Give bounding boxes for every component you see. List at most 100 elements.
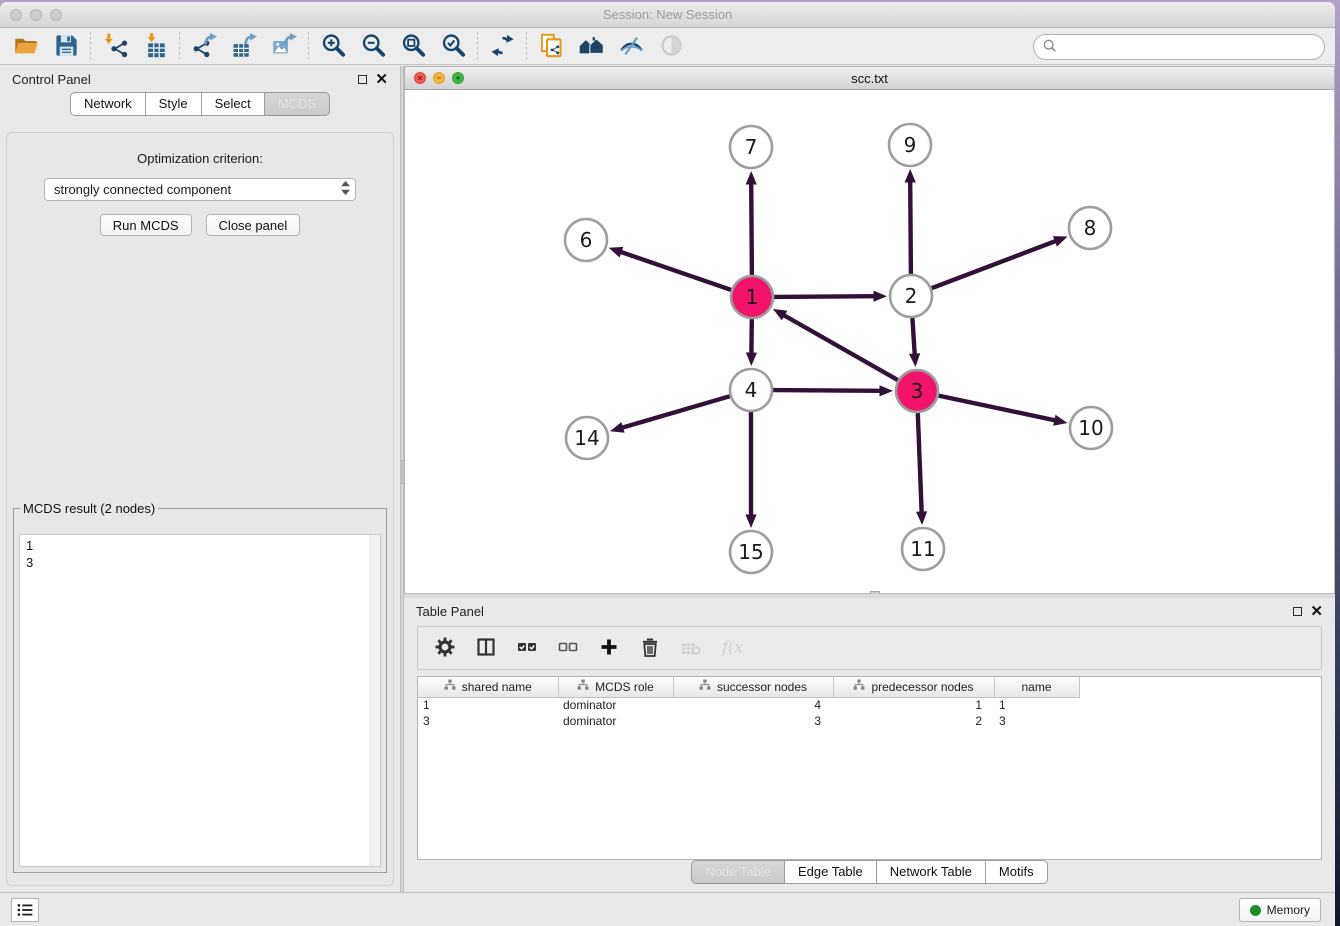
graph-node-1[interactable]: 1 bbox=[731, 276, 773, 318]
tab-style[interactable]: Style bbox=[146, 92, 202, 116]
graph-node-6[interactable]: 6 bbox=[565, 219, 607, 261]
graph-node-3[interactable]: 3 bbox=[896, 370, 938, 412]
graph-edge[interactable] bbox=[774, 296, 876, 297]
table-settings-button[interactable] bbox=[426, 632, 463, 664]
deselect-rows-button[interactable] bbox=[549, 632, 586, 664]
task-history-button[interactable] bbox=[11, 898, 39, 922]
open-folder-icon bbox=[13, 32, 40, 62]
cell-successor-nodes[interactable]: 4 bbox=[673, 697, 833, 713]
graph-edge[interactable] bbox=[912, 318, 914, 356]
column-header-shared-name[interactable]: shared name bbox=[418, 677, 558, 697]
export-network-button[interactable] bbox=[184, 31, 224, 63]
cell-name[interactable]: 1 bbox=[994, 697, 1079, 713]
float-panel-icon[interactable] bbox=[358, 75, 367, 84]
graph-edge[interactable] bbox=[783, 315, 898, 381]
tab-node-table[interactable]: Node Table bbox=[691, 860, 785, 884]
mcds-result-list[interactable]: 13 bbox=[19, 534, 381, 867]
tab-motifs[interactable]: Motifs bbox=[986, 860, 1048, 884]
toolbar-separator bbox=[308, 32, 309, 62]
graph-edge[interactable] bbox=[910, 181, 911, 275]
search-input[interactable] bbox=[1058, 40, 1324, 55]
table-columns-button[interactable] bbox=[467, 632, 504, 664]
open-session-button[interactable] bbox=[6, 31, 46, 63]
export-table-button[interactable] bbox=[224, 31, 264, 63]
column-header-predecessor-nodes[interactable]: predecessor nodes bbox=[833, 677, 994, 697]
graph-node-8[interactable]: 8 bbox=[1069, 207, 1111, 249]
graph-edge[interactable] bbox=[620, 252, 732, 290]
cell-shared-name[interactable]: 1 bbox=[418, 697, 558, 713]
cell-MCDS-role[interactable]: dominator bbox=[558, 713, 673, 729]
control-panel-title: Control Panel bbox=[12, 72, 358, 87]
memory-button[interactable]: Memory bbox=[1239, 898, 1321, 922]
import-table-button[interactable] bbox=[135, 31, 175, 63]
run-mcds-button[interactable]: Run MCDS bbox=[100, 214, 192, 236]
close-panel-icon[interactable]: ✕ bbox=[375, 75, 388, 84]
graph-edge[interactable] bbox=[918, 413, 922, 514]
column-header-name[interactable]: name bbox=[994, 677, 1079, 697]
graph-node-10[interactable]: 10 bbox=[1070, 407, 1112, 449]
graph-node-2[interactable]: 2 bbox=[890, 275, 932, 317]
column-header-successor-nodes[interactable]: successor nodes bbox=[673, 677, 833, 697]
style-eye-icon bbox=[618, 32, 645, 62]
table-row[interactable]: 3dominator323 bbox=[418, 713, 1079, 729]
import-table-icon bbox=[142, 32, 169, 62]
mcds-result-title: MCDS result (2 nodes) bbox=[20, 501, 158, 516]
graph-node-11[interactable]: 11 bbox=[902, 528, 944, 570]
cell-name[interactable]: 3 bbox=[994, 713, 1079, 729]
cell-successor-nodes[interactable]: 3 bbox=[673, 713, 833, 729]
cell-predecessor-nodes[interactable]: 2 bbox=[833, 713, 994, 729]
table-panel-title: Table Panel bbox=[416, 604, 1293, 619]
table-float-icon[interactable] bbox=[1293, 607, 1302, 616]
select-all-rows-button[interactable] bbox=[508, 632, 545, 664]
graph-node-14[interactable]: 14 bbox=[566, 417, 608, 459]
zoom-out-button[interactable] bbox=[353, 31, 393, 63]
toolbar-separator bbox=[179, 32, 180, 62]
import-network-button[interactable] bbox=[95, 31, 135, 63]
cell-shared-name[interactable]: 3 bbox=[418, 713, 558, 729]
tab-mcds[interactable]: MCDS bbox=[265, 92, 330, 116]
delete-row-button[interactable] bbox=[631, 632, 668, 664]
zoom-fit-button[interactable] bbox=[393, 31, 433, 63]
graph-edge[interactable] bbox=[773, 390, 882, 391]
search-box[interactable] bbox=[1033, 34, 1325, 60]
add-row-button[interactable] bbox=[590, 632, 627, 664]
apply-preferred-layout-button[interactable] bbox=[482, 31, 522, 63]
graph-edge[interactable] bbox=[932, 241, 1057, 289]
table-row[interactable]: 1dominator411 bbox=[418, 697, 1079, 713]
graph-edge[interactable] bbox=[939, 396, 1057, 421]
zoom-selected-button[interactable] bbox=[433, 31, 473, 63]
show-homes-button[interactable] bbox=[571, 31, 611, 63]
result-scrollbar[interactable] bbox=[370, 535, 380, 866]
graph-node-9[interactable]: 9 bbox=[889, 124, 931, 166]
zoom-in-button[interactable] bbox=[313, 31, 353, 63]
network-minimize-button[interactable]: − bbox=[433, 72, 445, 84]
criterion-dropdown[interactable]: strongly connected component bbox=[44, 178, 356, 201]
cell-MCDS-role[interactable]: dominator bbox=[558, 697, 673, 713]
tab-select[interactable]: Select bbox=[202, 92, 265, 116]
graph-edge[interactable] bbox=[621, 396, 730, 428]
tab-edge-table[interactable]: Edge Table bbox=[785, 860, 877, 884]
toggle-graphics-details-button[interactable] bbox=[611, 31, 651, 63]
save-session-button[interactable] bbox=[46, 31, 86, 63]
import-network-icon bbox=[102, 32, 129, 62]
network-canvas[interactable]: 7 9 6 8 1 2 4 3 14 10 15 11 bbox=[404, 90, 1335, 594]
network-window-titlebar[interactable]: scc.txt × − + bbox=[404, 66, 1335, 90]
mcds-result-line: 1 bbox=[26, 537, 374, 554]
table-close-icon[interactable]: ✕ bbox=[1310, 607, 1323, 616]
graph-node-15[interactable]: 15 bbox=[730, 531, 772, 573]
network-maximize-button[interactable]: + bbox=[452, 72, 464, 84]
close-panel-button[interactable]: Close panel bbox=[206, 214, 301, 236]
graph-edge[interactable] bbox=[751, 183, 752, 276]
network-graph[interactable]: 7 9 6 8 1 2 4 3 14 10 15 11 bbox=[405, 90, 1334, 592]
graph-node-7[interactable]: 7 bbox=[730, 126, 772, 168]
export-image-button[interactable] bbox=[264, 31, 304, 63]
export-network-icon bbox=[191, 32, 218, 62]
network-doc-share-button[interactable] bbox=[531, 31, 571, 63]
graph-node-4[interactable]: 4 bbox=[730, 369, 772, 411]
network-close-button[interactable]: × bbox=[414, 72, 426, 84]
cell-predecessor-nodes[interactable]: 1 bbox=[833, 697, 994, 713]
tab-network[interactable]: Network bbox=[70, 92, 146, 116]
node-label: 1 bbox=[746, 285, 759, 309]
column-header-MCDS-role[interactable]: MCDS role bbox=[558, 677, 673, 697]
tab-network-table[interactable]: Network Table bbox=[877, 860, 986, 884]
